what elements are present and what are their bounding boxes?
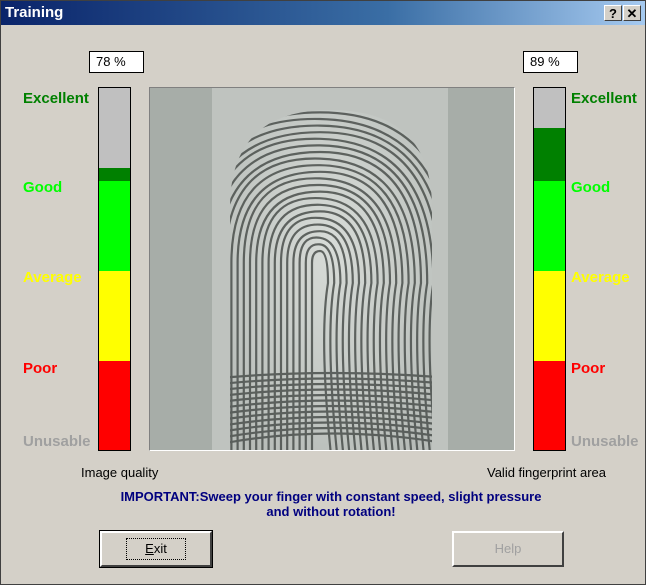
meter-poor-zone [534, 361, 565, 450]
fingerprint-area-percent: 89 % [523, 51, 578, 73]
right-level-excellent: Excellent [571, 90, 637, 107]
image-quality-meter [98, 87, 131, 451]
exit-button[interactable]: Exit [99, 530, 213, 568]
left-level-poor: Poor [23, 360, 58, 377]
training-dialog: Training ? ✕ 78 % Excellent Good Average… [0, 0, 646, 585]
fingerprint-area-caption: Valid fingerprint area [487, 465, 606, 480]
right-level-poor: Poor [571, 360, 606, 377]
right-level-average: Average [571, 269, 630, 286]
image-quality-percent: 78 % [89, 51, 144, 73]
close-button[interactable]: ✕ [623, 5, 641, 21]
meter-average-zone [534, 271, 565, 361]
instruction-message: IMPORTANT:Sweep your finger with constan… [91, 489, 571, 519]
exit-button-label: Exit [126, 538, 186, 560]
meter-empty [534, 88, 565, 128]
meter-good-zone [534, 181, 565, 271]
left-level-average: Average [23, 269, 82, 286]
instruction-line-1: IMPORTANT:Sweep your finger with constan… [120, 489, 542, 504]
meter-poor-zone [99, 361, 130, 450]
image-quality-caption: Image quality [81, 465, 159, 480]
fingerprint-image [149, 87, 515, 451]
meter-excellent-fill [99, 168, 130, 181]
fingerprint-icon [150, 88, 514, 450]
meter-excellent-fill [534, 128, 565, 181]
help-title-button[interactable]: ? [604, 5, 622, 21]
instruction-line-2: and without rotation! [266, 504, 396, 519]
fingerprint-area-meter [533, 87, 566, 451]
help-button[interactable]: Help [452, 531, 564, 567]
right-level-good: Good [571, 179, 611, 196]
left-level-good: Good [23, 179, 63, 196]
meter-average-zone [99, 271, 130, 361]
window-title: Training [5, 4, 64, 21]
right-level-unusable: Unusable [571, 433, 639, 450]
meter-empty [99, 88, 130, 168]
left-level-unusable: Unusable [23, 433, 91, 450]
meter-good-zone [99, 181, 130, 271]
title-bar: Training ? ✕ [1, 1, 645, 25]
left-level-excellent: Excellent [23, 90, 89, 107]
